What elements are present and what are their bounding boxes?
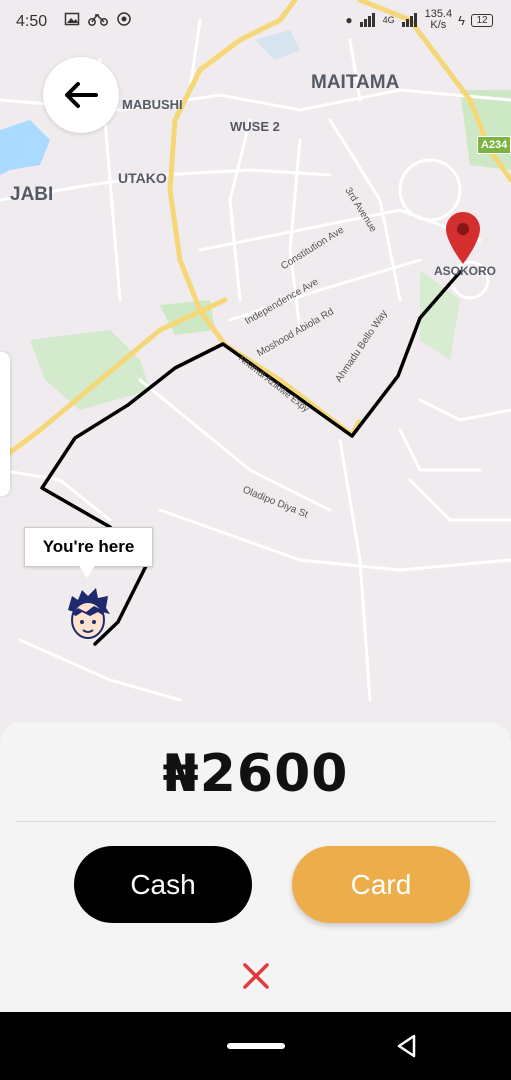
arrow-left-icon <box>65 82 98 108</box>
map-label-maitama: MAITAMA <box>311 72 400 93</box>
close-icon <box>243 963 269 989</box>
tooltip-tail <box>78 564 96 578</box>
dot-icon: ● <box>345 13 353 27</box>
status-notification-icons <box>64 11 132 27</box>
status-system-icons: ● 4G 135.4 K/s ϟ 12 <box>345 9 493 31</box>
battery-indicator: 12 <box>471 13 493 27</box>
location-pin-icon[interactable] <box>444 210 482 266</box>
map-label-asokoro: ASOKORO <box>434 264 497 278</box>
side-drawer-handle[interactable] <box>0 352 10 496</box>
signal-icon-2 <box>401 13 417 27</box>
user-avatar-icon[interactable] <box>62 586 114 644</box>
network-speed: 135.4 K/s <box>425 9 453 31</box>
network-speed-unit: K/s <box>430 19 447 31</box>
nav-back-icon[interactable] <box>394 1033 420 1059</box>
bike-icon <box>88 13 108 26</box>
charging-icon: ϟ <box>458 12 465 28</box>
map-label-wuse2: WUSE 2 <box>230 119 280 134</box>
card-button[interactable]: Card <box>292 846 470 923</box>
signal-icon <box>359 13 375 27</box>
home-gesture-pill[interactable] <box>227 1043 285 1049</box>
network-type: 4G <box>382 15 395 25</box>
map-label-mabushi: MABUSHI <box>122 97 183 112</box>
map-label-jabi: JABI <box>10 184 54 205</box>
you-are-here-label: You're here <box>42 537 135 556</box>
status-bar: 4:50 ● 4G 135.4 K/s ϟ 12 <box>0 0 511 44</box>
fare-price: ₦2600 <box>162 744 349 804</box>
you-are-here-tooltip: You're here <box>24 527 153 567</box>
divider <box>16 821 495 822</box>
cash-button[interactable]: Cash <box>74 846 252 923</box>
cancel-button[interactable] <box>240 958 272 994</box>
status-time: 4:50 <box>16 13 48 30</box>
highway-badge: A234 <box>477 136 511 154</box>
location-status-icon <box>117 12 131 26</box>
map-label-utako: UTAKO <box>118 170 167 186</box>
image-icon <box>64 12 80 26</box>
back-button[interactable] <box>43 57 119 133</box>
